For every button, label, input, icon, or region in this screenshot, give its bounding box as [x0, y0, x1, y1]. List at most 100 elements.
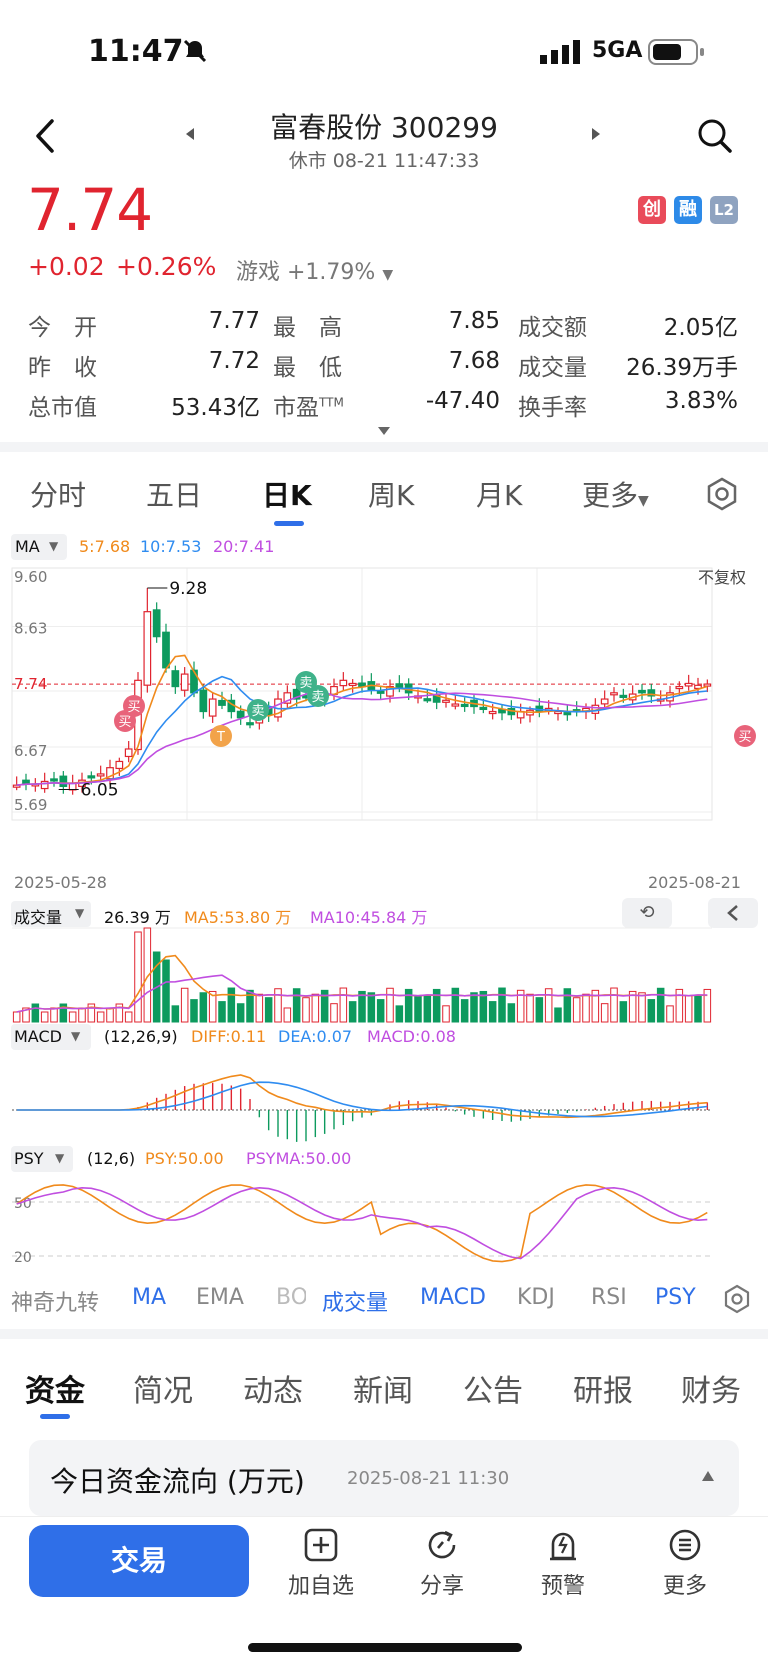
tab-wuri[interactable]: 五日 [146, 474, 202, 514]
fund-flow-title: 今日资金流向 (万元) [50, 1465, 305, 1498]
indicator-tab-boll[interactable]: BO [276, 1285, 306, 1310]
candle-body [50, 778, 58, 782]
volume-chart[interactable] [0, 926, 768, 1026]
badge-l2[interactable]: L2 [710, 196, 738, 224]
status-time: 11:47 [88, 34, 184, 69]
tab-zhouk[interactable]: 周K [368, 474, 414, 514]
candle-body [638, 689, 646, 694]
indicator-tab-macd[interactable]: MACD [420, 1285, 486, 1310]
candle-body [124, 748, 133, 758]
alert-label: 预警 [540, 1574, 585, 1599]
indicator-settings-icon[interactable] [722, 1284, 752, 1314]
candle-body [554, 710, 562, 715]
fund-flow-time: 2025-08-21 11:30 [347, 1468, 510, 1489]
volume-bar [600, 1003, 609, 1023]
expand-quote-icon[interactable] [377, 426, 391, 436]
sector-label: 游戏 +1.79% [236, 260, 376, 285]
info-tab-gonggao[interactable]: 公告 [463, 1366, 523, 1410]
add-watchlist-button[interactable]: 加自选 [276, 1528, 366, 1600]
volume-bar [12, 1011, 21, 1023]
candle-body [152, 609, 161, 638]
indicator-tab-ema[interactable]: EMA [196, 1285, 244, 1310]
info-tab-dongtai[interactable]: 动态 [243, 1366, 303, 1410]
macd-chart[interactable] [0, 1050, 768, 1145]
info-tab-indicator [40, 1414, 70, 1419]
info-tab-yanbao[interactable]: 研报 [573, 1366, 633, 1410]
volume-bar [376, 999, 385, 1023]
psyma-line [16, 1186, 708, 1260]
volume-bar [694, 995, 702, 1023]
y-tick-label: 9.60 [14, 568, 47, 586]
volume-ma5: MA5:53.80 万 [184, 908, 292, 927]
sell-marker: 卖 [311, 690, 324, 705]
quote-value: 7.68 [448, 348, 500, 374]
start-date: 2025-05-28 [14, 873, 107, 892]
indicator-tab-psy[interactable]: PSY [655, 1285, 696, 1310]
alert-icon [550, 1532, 576, 1561]
badge-rong[interactable]: 融 [674, 196, 702, 224]
tab-more[interactable]: 更多▼ [582, 474, 649, 514]
info-tab-xinwen[interactable]: 新闻 [353, 1366, 413, 1410]
volume-bar [31, 1003, 40, 1023]
volume-bar [460, 999, 469, 1023]
candle-body [488, 710, 497, 715]
tab-fenshi[interactable]: 分时 [30, 474, 86, 514]
collapse-panel-button[interactable] [708, 898, 758, 928]
candle-body [246, 722, 254, 726]
volume-bar [572, 997, 581, 1023]
y-tick-label: 7.74 [14, 675, 47, 693]
volume-bar [526, 993, 534, 1023]
candle-body [460, 703, 469, 708]
search-icon[interactable] [696, 117, 734, 155]
caret-down-icon: ▼ [75, 906, 85, 920]
price-change: +0.02 [28, 252, 105, 281]
candle-body [479, 706, 488, 711]
more-button[interactable]: 更多 [640, 1528, 730, 1600]
indicator-tab-volume[interactable]: 成交量 [322, 1285, 388, 1317]
volume-selector[interactable]: 成交量 ▼ [11, 901, 91, 927]
info-tab-jiankuang[interactable]: 简况 [133, 1366, 193, 1410]
volume-bar [563, 988, 572, 1023]
macd-selector[interactable]: MACD ▼ [11, 1024, 91, 1050]
fund-flow-card[interactable]: 今日资金流向 (万元) 2025-08-21 11:30 [29, 1440, 739, 1516]
candle-body [162, 631, 170, 669]
rotate-screen-icon[interactable]: ⟲ [622, 898, 672, 928]
divider [0, 1329, 768, 1339]
indicator-tab-jiuzhuan[interactable]: 神奇九转 [11, 1285, 99, 1317]
volume-bar [395, 1005, 404, 1023]
volume-bar [339, 987, 348, 1023]
psy-selector[interactable]: PSY ▼ [11, 1146, 73, 1172]
candle-body [68, 782, 77, 791]
settings-icon[interactable] [705, 477, 739, 511]
candle-body [600, 698, 609, 705]
alert-button[interactable]: 预警 [518, 1528, 608, 1600]
divider [0, 442, 768, 452]
psy-chart[interactable]: 50 20 [0, 1172, 768, 1268]
more-label: 更多 [662, 1574, 707, 1599]
tab-rik[interactable]: 日K [262, 474, 312, 514]
indicator-tab-kdj[interactable]: KDJ [517, 1285, 555, 1310]
adjust-label[interactable]: 不复权 [698, 564, 746, 588]
candlestick-chart[interactable]: 9.608.637.746.675.699.286.05买买 卖卖卖T 买 [0, 558, 768, 878]
info-tab-zijin[interactable]: 资金 [25, 1366, 85, 1410]
tab-yuek[interactable]: 月K [476, 474, 522, 514]
ma-selector[interactable]: MA ▼ [11, 534, 67, 560]
quote-label: 成交额 [518, 315, 587, 341]
quote-value: 53.43亿 [171, 395, 260, 421]
share-button[interactable]: 分享 [397, 1528, 487, 1600]
trade-button[interactable]: 交易 [29, 1525, 249, 1597]
info-tab-caiwu[interactable]: 财务 [681, 1366, 741, 1410]
active-tab-indicator [274, 521, 304, 526]
ma10-value: 10:7.53 [140, 537, 202, 556]
network-label: 5GA [592, 38, 643, 63]
caret-down-icon: ▼ [382, 267, 394, 283]
sector-change[interactable]: 游戏 +1.79% ▼ [236, 254, 393, 286]
badge-chuang[interactable]: 创 [638, 196, 666, 224]
volume-bar [404, 988, 413, 1023]
volume-bar [554, 1007, 562, 1023]
candle-body [218, 699, 226, 706]
indicator-tab-rsi[interactable]: RSI [591, 1285, 627, 1310]
candle-body [96, 773, 105, 777]
candle-body [115, 760, 124, 770]
indicator-tab-ma[interactable]: MA [132, 1285, 166, 1310]
